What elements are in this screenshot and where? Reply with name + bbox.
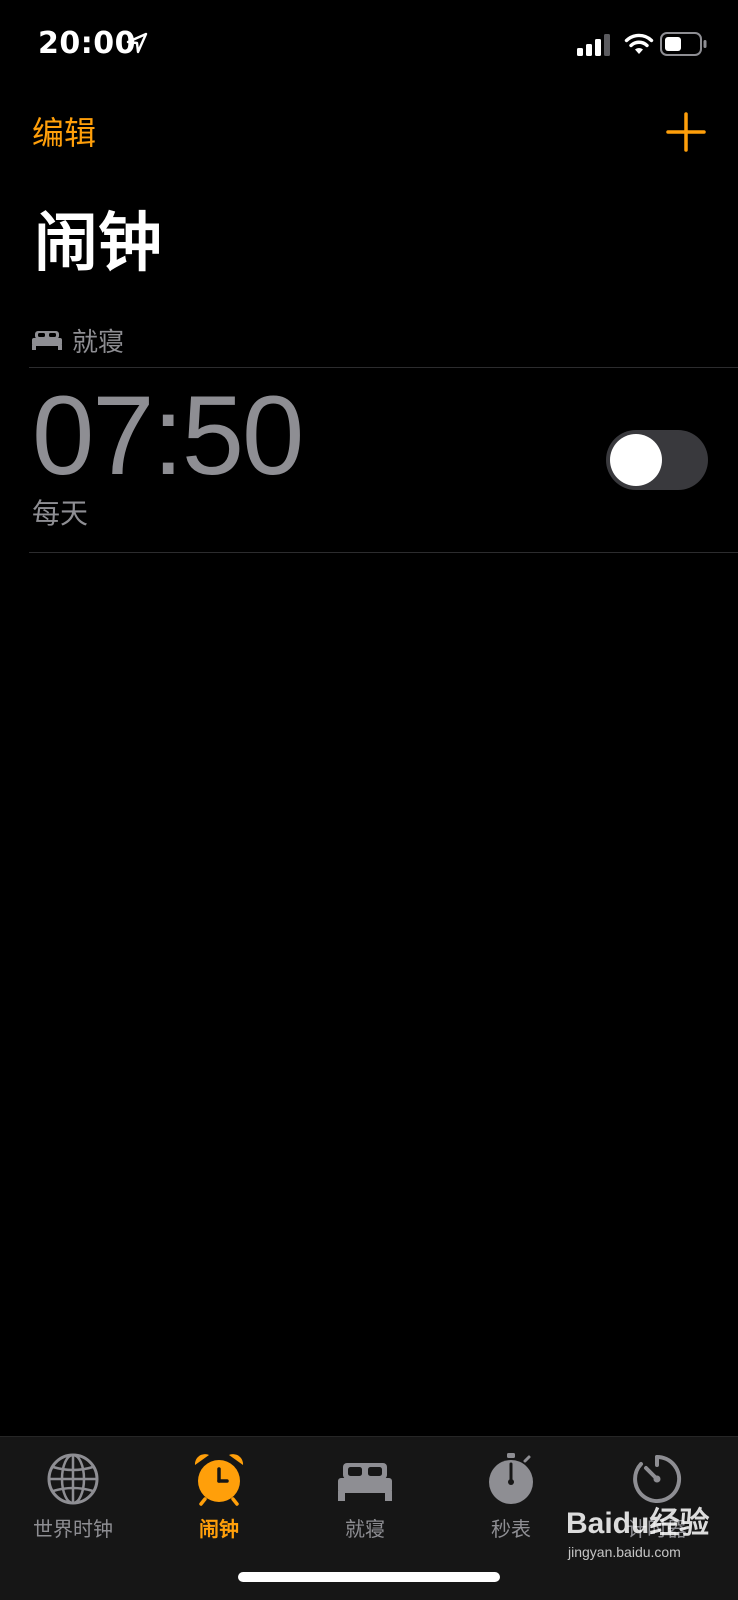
edit-button[interactable]: 编辑 [32, 108, 96, 154]
tab-label: 计时器 [627, 1517, 687, 1541]
plus-icon[interactable] [664, 110, 708, 154]
alarm-toggle[interactable] [606, 430, 708, 490]
status-bar: 20:00 [0, 0, 738, 90]
cellular-signal-icon [577, 34, 610, 56]
tab-label: 世界时钟 [33, 1517, 113, 1541]
tab-bedtime[interactable]: 就寝 [292, 1451, 438, 1551]
status-time: 20:00 [38, 26, 136, 61]
tab-alarm[interactable]: 闹钟 [146, 1451, 292, 1551]
tab-timer[interactable]: 计时器 [584, 1451, 730, 1551]
location-arrow-icon [126, 32, 148, 54]
page-title: 闹钟 [34, 207, 162, 281]
stopwatch-icon [489, 1453, 533, 1504]
tab-stopwatch[interactable]: 秒表 [438, 1451, 584, 1551]
section-header-bedtime: 就寝 [32, 320, 124, 360]
toggle-knob [610, 434, 662, 486]
tab-world-clock[interactable]: 世界时钟 [0, 1451, 146, 1551]
bed-icon [32, 331, 62, 350]
timer-icon [633, 1454, 682, 1503]
section-label: 就寝 [72, 327, 125, 358]
alarm-clock-icon [194, 1454, 244, 1506]
clock-app: 20:00 编辑 闹钟 就寝 07:50 每天 世界时钟 闹钟 就寝 秒表 计时… [0, 0, 738, 1600]
tab-label: 就寝 [345, 1517, 385, 1541]
tab-label: 闹钟 [199, 1517, 239, 1541]
home-indicator[interactable] [238, 1572, 500, 1582]
alarm-repeat: 每天 [32, 497, 89, 530]
divider [29, 552, 738, 553]
globe-icon [47, 1453, 99, 1505]
tab-label: 秒表 [491, 1517, 531, 1541]
alarm-row[interactable]: 07:50 每天 [0, 368, 738, 552]
alarm-time: 07:50 [32, 373, 304, 498]
wifi-icon [624, 33, 654, 54]
bed-icon [338, 1463, 392, 1501]
battery-icon [660, 32, 707, 56]
